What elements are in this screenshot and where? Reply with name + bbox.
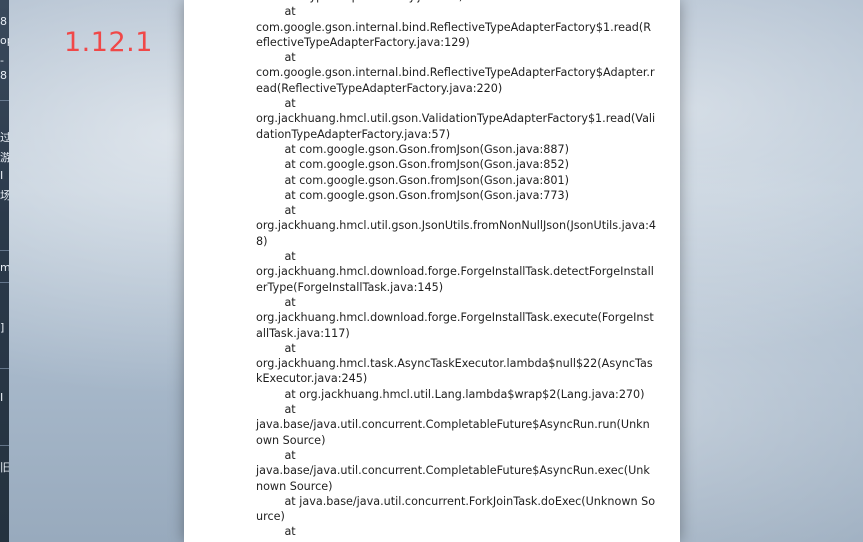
sidebar-glyph: 8 [0, 70, 7, 82]
sidebar-glyph: m [0, 262, 9, 274]
sidebar-divider [0, 100, 9, 101]
sidebar-glyph: I [0, 392, 4, 404]
sidebar-glyph: 过 [0, 132, 9, 144]
sidebar-divider [0, 250, 9, 251]
sidebar-glyph: 8 [0, 16, 7, 28]
background-launcher-sidebar: 8 op - 8 过 游 I 场 m ] I 旧 [0, 0, 9, 542]
sidebar-glyph: 游 [0, 152, 9, 164]
sidebar-glyph: 场 [0, 190, 9, 202]
sidebar-divider [0, 282, 9, 283]
sidebar-glyph: - [0, 55, 4, 67]
sidebar-glyph: 旧 [0, 462, 9, 474]
sidebar-divider [0, 445, 9, 446]
sidebar-divider [0, 368, 9, 369]
sidebar-glyph: op [0, 35, 9, 47]
version-label: 1.12.1 [64, 27, 153, 58]
stack-trace-text[interactable]: alidationTypeAdapterFactory.java:57) at … [256, 0, 656, 540]
sidebar-glyph: ] [0, 322, 5, 334]
sidebar-glyph: I [0, 170, 4, 182]
error-log-dialog[interactable]: alidationTypeAdapterFactory.java:57) at … [184, 0, 680, 542]
